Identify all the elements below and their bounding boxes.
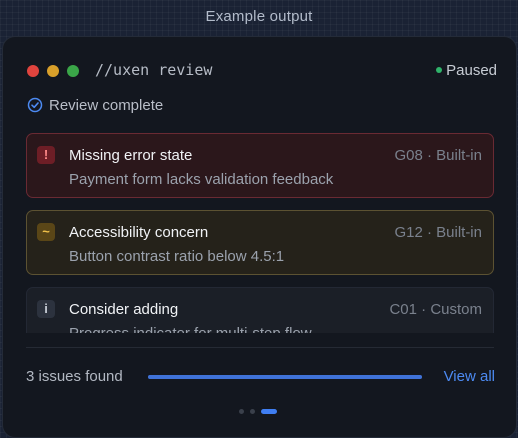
info-icon: i xyxy=(37,300,55,318)
issue-count: 3 issues found xyxy=(26,368,123,385)
maximize-window-icon[interactable] xyxy=(67,65,79,77)
issue-card-warning[interactable]: ~ Accessibility concern G12 · Built-in B… xyxy=(26,210,494,275)
status-label: Paused xyxy=(446,62,497,79)
issue-description: Button contrast ratio below 4.5:1 xyxy=(69,248,285,265)
issue-description: Payment form lacks validation feedback xyxy=(69,171,334,188)
window-titlebar: //uxen review Paused xyxy=(27,61,497,83)
divider xyxy=(26,347,494,348)
page-dot-3[interactable] xyxy=(261,409,277,415)
pagination-dots xyxy=(239,403,283,421)
warning-icon: ~ xyxy=(37,223,55,241)
issue-card-error[interactable]: ! Missing error state G08 · Built-in Pay… xyxy=(26,133,494,198)
check-circle-icon xyxy=(27,97,43,113)
progress-fill xyxy=(148,375,422,379)
issue-title: Accessibility concern xyxy=(69,224,209,241)
status-indicator: Paused xyxy=(436,62,497,79)
progress-bar xyxy=(148,375,422,379)
issue-title: Missing error state xyxy=(69,147,193,164)
example-output-label: Example output xyxy=(205,8,313,25)
review-status: Review complete xyxy=(27,97,163,114)
issue-meta: G08 · Built-in xyxy=(394,147,482,164)
review-status-label: Review complete xyxy=(49,97,164,114)
command-text: //uxen review xyxy=(95,61,213,79)
issue-meta: G12 · Built-in xyxy=(394,224,482,241)
issue-description: Progress indicator for multi-step flow xyxy=(69,325,312,333)
status-dot-icon xyxy=(436,67,443,73)
review-window: //uxen review Paused Review complete ! M… xyxy=(2,36,517,438)
minimize-window-icon[interactable] xyxy=(47,65,59,77)
issue-title: Consider adding xyxy=(69,301,179,318)
issue-card-info[interactable]: i Consider adding C01 · Custom Progress … xyxy=(26,287,494,333)
page-dot-1[interactable] xyxy=(239,409,244,415)
view-all-link[interactable]: View all xyxy=(444,368,495,385)
error-icon: ! xyxy=(37,146,55,164)
page-dot-2[interactable] xyxy=(250,409,255,415)
close-window-icon[interactable] xyxy=(27,65,39,77)
issue-meta: C01 · Custom xyxy=(389,301,482,318)
